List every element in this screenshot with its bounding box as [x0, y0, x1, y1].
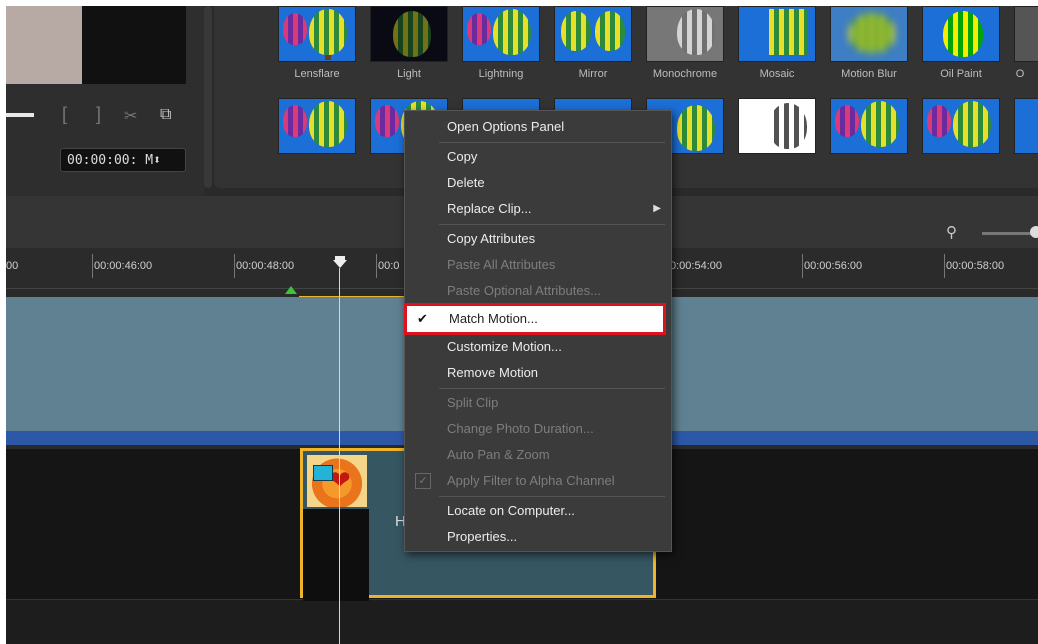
submenu-arrow-icon: ▶ [653, 203, 661, 214]
menu-item-properties[interactable]: Properties... [405, 525, 669, 549]
effect-mirror-thumb[interactable] [554, 6, 632, 62]
photo-clip-icon [313, 465, 333, 481]
menu-item-label: Replace Clip... [447, 201, 532, 216]
checkbox-checked-icon: ✓ [415, 473, 431, 489]
effect-lightning-thumb[interactable] [462, 6, 540, 62]
menu-item-copy[interactable]: Copy [405, 145, 669, 169]
ruler-label: 00:00:46:00 [94, 260, 153, 272]
menu-item-label: Locate on Computer... [447, 503, 575, 518]
menu-item-label: Copy [447, 149, 478, 164]
preview-scrubber[interactable] [6, 113, 34, 117]
effect-sketch-thumb[interactable] [738, 98, 816, 154]
menu-item-label: Open Options Panel [447, 119, 565, 134]
checkmark-icon: ✔ [417, 311, 428, 326]
menu-item-label: Apply Filter to Alpha Channel [447, 473, 615, 488]
effect-lensflare-thumb[interactable] [278, 6, 356, 62]
effect-label: O [1015, 68, 1025, 80]
video-editor-window: [ ] ✂ ⧉ 00:00:00: M⬍ Lensflare Light Lig… [6, 6, 1038, 644]
menu-item-match-motion[interactable]: ✔ Match Motion... [407, 307, 671, 331]
menu-item-label: Auto Pan & Zoom [447, 447, 550, 462]
menu-item-customize-motion[interactable]: Customize Motion... [405, 335, 669, 359]
mark-out-button[interactable]: ] [96, 104, 101, 125]
menu-item-paste-optional-attributes: Paste Optional Attributes... [405, 279, 669, 303]
menu-item-remove-motion[interactable]: Remove Motion [405, 361, 669, 385]
ruler-label: 00:0 [378, 260, 400, 272]
menu-item-label: Copy Attributes [447, 231, 536, 246]
menu-item-apply-filter-alpha: ✓ Apply Filter to Alpha Channel [405, 469, 669, 493]
menu-separator [439, 142, 665, 143]
effect-monochrome-thumb[interactable] [646, 6, 724, 62]
menu-separator [439, 224, 665, 225]
effect-light-thumb[interactable] [370, 6, 448, 62]
menu-item-label: Change Photo Duration... [447, 421, 594, 436]
mark-in-indicator [285, 286, 297, 294]
ruler-tick [944, 254, 945, 278]
playhead-marker[interactable] [333, 260, 347, 268]
ruler-label: 00:00:58:00 [946, 260, 1005, 272]
effect-label: Light [397, 68, 421, 80]
effect-label: Lightning [478, 68, 524, 80]
menu-item-locate-on-computer[interactable]: Locate on Computer... [405, 499, 669, 523]
effect-label: Motion Blur [841, 68, 897, 80]
ruler-label: 00:00:56:00 [804, 260, 863, 272]
menu-item-paste-all-attributes: Paste All Attributes [405, 253, 669, 277]
menu-item-auto-pan-zoom: Auto Pan & Zoom [405, 443, 669, 467]
effect-thumb[interactable] [1014, 98, 1038, 154]
menu-item-label: Match Motion... [449, 311, 538, 326]
ruler-label: 0:00:54:00 [670, 260, 722, 272]
menu-item-label: Paste All Attributes [447, 257, 556, 272]
effect-next-thumb[interactable] [1014, 6, 1038, 62]
ruler-tick [234, 254, 235, 278]
effect-mosaic-thumb[interactable] [738, 6, 816, 62]
effect-thumb[interactable] [922, 98, 1000, 154]
menu-item-label: Customize Motion... [447, 339, 562, 354]
preview-panel: [ ] ✂ ⧉ 00:00:00: M⬍ [6, 6, 204, 196]
menu-item-delete[interactable]: Delete [405, 171, 669, 195]
menu-item-open-options-panel[interactable]: Open Options Panel [405, 115, 669, 139]
panel-divider[interactable] [204, 6, 212, 188]
ruler-label: 00:00:48:00 [236, 260, 295, 272]
menu-item-label: Split Clip [447, 395, 499, 410]
ruler-tick [92, 254, 93, 278]
menu-item-match-motion-highlight[interactable]: ✔ Match Motion... [404, 303, 666, 335]
menu-item-split-clip: Split Clip [405, 391, 669, 415]
effect-thumb[interactable] [830, 98, 908, 154]
effect-label: Oil Paint [940, 68, 982, 80]
scissors-icon[interactable]: ✂ [124, 106, 137, 126]
ruler-tick [376, 254, 377, 278]
effect-label: Lensflare [294, 68, 340, 80]
effect-oil-paint-thumb[interactable] [922, 6, 1000, 62]
zoom-out-icon[interactable]: ⚲ [946, 223, 957, 241]
menu-separator [439, 496, 665, 497]
effect-motion-blur-thumb[interactable] [830, 6, 908, 62]
zoom-slider-knob[interactable] [1030, 226, 1038, 238]
menu-item-label: Paste Optional Attributes... [447, 283, 601, 298]
ruler-label: 00 [6, 260, 19, 272]
clip-dark-area [303, 509, 369, 601]
effect-label: Monochrome [652, 68, 718, 80]
effect-thumb[interactable] [278, 98, 356, 154]
menu-item-replace-clip[interactable]: Replace Clip... ▶ [405, 197, 669, 221]
menu-item-label: Remove Motion [447, 365, 539, 380]
clip-thumbnail: ❤ [307, 455, 367, 507]
effect-label: Mirror [578, 68, 608, 80]
effect-label: Mosaic [759, 68, 795, 80]
ruler-tick [802, 254, 803, 278]
menu-separator [439, 388, 665, 389]
timecode-field[interactable]: 00:00:00: M⬍ [60, 148, 186, 172]
menu-item-copy-attributes[interactable]: Copy Attributes [405, 227, 669, 251]
menu-item-label: Properties... [447, 529, 518, 544]
menu-item-label: Delete [447, 175, 485, 190]
lower-track[interactable] [6, 599, 1038, 644]
snapshot-icon[interactable]: ⧉ [160, 106, 171, 124]
playhead-line[interactable] [339, 268, 340, 644]
mark-in-button[interactable]: [ [62, 104, 67, 125]
menu-item-change-photo-duration: Change Photo Duration... [405, 417, 669, 441]
preview-frame-image [6, 6, 82, 84]
